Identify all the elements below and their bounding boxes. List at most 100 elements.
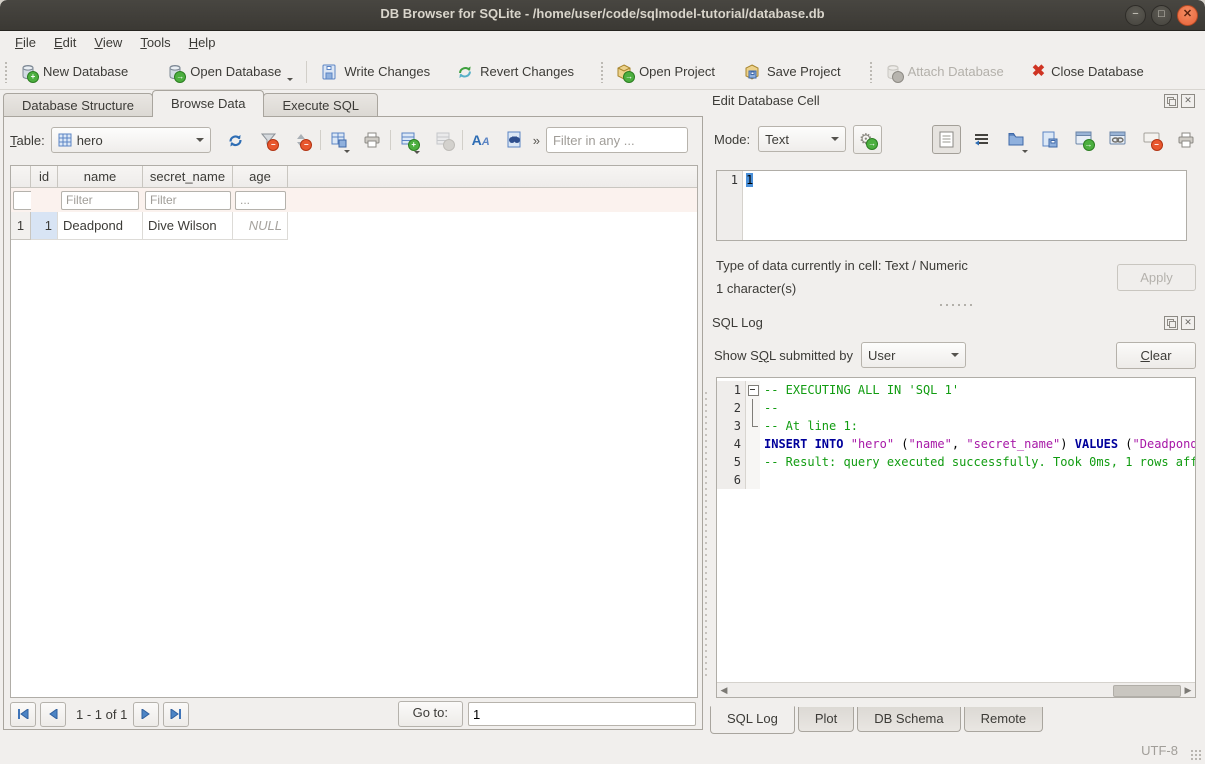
sql-line: 1 -- EXECUTING ALL IN 'SQL 1' [717,381,1195,399]
cell-id[interactable]: 1 [31,212,58,240]
cell-age[interactable]: NULL [233,212,288,240]
save-project-button[interactable]: Save Project [737,59,847,85]
copy-to-external-button[interactable]: → [1070,126,1097,153]
browse-data-panel: Table: hero − − [3,116,703,730]
cell-name[interactable]: Deadpond [58,212,143,240]
gear-icon: ⚙ → [859,131,876,148]
toolbar-overflow-chevron[interactable]: » [533,133,540,148]
last-record-button[interactable] [163,702,189,727]
menu-view[interactable]: View [85,33,131,52]
close-database-icon: ✖ [1032,63,1045,81]
column-header-id[interactable]: id [31,166,58,188]
attach-database-button[interactable]: Attach Database [878,59,1010,85]
open-project-button[interactable]: → Open Project [609,59,721,85]
goto-input[interactable] [468,702,696,726]
text-document-icon [939,131,954,148]
sql-line: 6 [717,471,1195,489]
delete-record-button[interactable] [431,127,457,153]
dock-tab-plot[interactable]: Plot [798,707,854,732]
column-header-name[interactable]: name [58,166,143,188]
filter-input-name[interactable] [61,191,139,210]
insert-record-button[interactable]: + [396,127,422,153]
open-database-dropdown-icon[interactable] [287,78,293,81]
new-database-button[interactable]: + New Database [13,59,134,85]
float-panel-icon[interactable] [1164,94,1178,108]
sql-log-editor[interactable]: 1 -- EXECUTING ALL IN 'SQL 1' 2 -- 3 -- … [716,377,1196,698]
float-panel-icon[interactable] [1164,316,1178,330]
record-range-label: 1 - 1 of 1 [76,707,127,722]
resize-grip[interactable] [1190,749,1202,761]
set-null-button[interactable]: − [1138,126,1165,153]
filter-any-input[interactable] [546,127,688,153]
cell-secret-name[interactable]: Dive Wilson [143,212,233,240]
vertical-splitter-handle[interactable] [704,390,708,680]
clear-log-button[interactable]: Clear [1116,342,1196,369]
tab-browse-data[interactable]: Browse Data [152,90,264,117]
goto-button[interactable]: Go to: [398,701,463,727]
write-changes-button[interactable]: Write Changes [314,59,436,85]
cell-editor[interactable]: 1 1 [716,170,1187,241]
format-toggle-button[interactable]: AA [468,127,494,153]
clear-filters-icon: − [260,132,277,149]
import-data-button[interactable] [1002,126,1029,153]
open-database-button[interactable]: → Open Database [160,59,299,85]
write-changes-icon [320,63,338,81]
minimize-button[interactable]: − [1125,5,1146,26]
dock-tab-sql-log[interactable]: SQL Log [710,706,795,734]
dock-tab-db-schema[interactable]: DB Schema [857,707,960,732]
row-header[interactable]: 1 [11,212,31,240]
export-table-button[interactable] [326,127,352,153]
sql-log-controls: Show SQL submitted by User [714,341,966,369]
auto-apply-button[interactable]: ⚙ → [853,125,882,154]
table-selector[interactable]: hero [51,127,211,153]
column-header-secret-name[interactable]: secret_name [143,166,233,188]
print-cell-button[interactable] [1172,126,1199,153]
scroll-right-icon[interactable]: ▶ [1182,684,1194,696]
find-in-table-button[interactable] [501,127,527,153]
close-database-button[interactable]: ✖ Close Database [1026,59,1150,85]
sql-line: 3 -- At line 1: [717,417,1195,435]
maximize-button[interactable]: □ [1151,5,1172,26]
mode-selector[interactable]: Text [758,126,846,152]
scrollbar-thumb[interactable] [1113,685,1181,697]
splitter-handle[interactable] [938,303,972,307]
close-panel-icon[interactable]: ✕ [1181,94,1195,108]
scroll-left-icon[interactable]: ◀ [718,684,730,696]
sql-source-selector[interactable]: User [861,342,966,368]
close-button[interactable]: ✕ [1177,5,1198,26]
close-panel-icon[interactable]: ✕ [1181,316,1195,330]
tab-execute-sql[interactable]: Execute SQL [263,93,378,117]
word-wrap-button[interactable] [968,126,995,153]
menu-edit[interactable]: Edit [45,33,85,52]
show-sql-label: Show SQL submitted by [714,348,853,363]
open-url-button[interactable] [1104,126,1131,153]
horizontal-scrollbar[interactable]: ◀ ▶ [717,682,1195,697]
refresh-button[interactable] [223,127,249,153]
column-header-age[interactable]: age [233,166,288,188]
print-button[interactable] [359,127,385,153]
filter-input-id[interactable] [13,191,31,210]
previous-record-icon [48,709,58,719]
export-data-button[interactable] [1036,126,1063,153]
apply-button[interactable]: Apply [1117,264,1196,291]
cell-editor-content[interactable]: 1 [746,173,753,187]
text-mode-button[interactable] [932,125,961,154]
filter-input-age[interactable] [235,191,286,210]
clear-sorting-button[interactable]: − [289,127,315,153]
revert-changes-button[interactable]: Revert Changes [450,59,580,85]
menu-help[interactable]: Help [180,33,225,52]
clear-filters-button[interactable]: − [256,127,282,153]
refresh-icon [227,132,244,149]
tab-database-structure[interactable]: Database Structure [3,93,153,117]
next-record-button[interactable] [133,702,159,727]
previous-record-button[interactable] [40,702,66,727]
corner-header[interactable] [11,166,31,188]
open-database-icon: → [166,63,184,81]
menu-file[interactable]: File [6,33,45,52]
filter-input-secret-name[interactable] [145,191,231,210]
dock-tab-remote[interactable]: Remote [964,707,1044,732]
first-record-button[interactable] [10,702,36,727]
menu-tools[interactable]: Tools [131,33,179,52]
grid-filter-row [11,188,697,212]
fold-marker-icon[interactable] [746,381,760,399]
